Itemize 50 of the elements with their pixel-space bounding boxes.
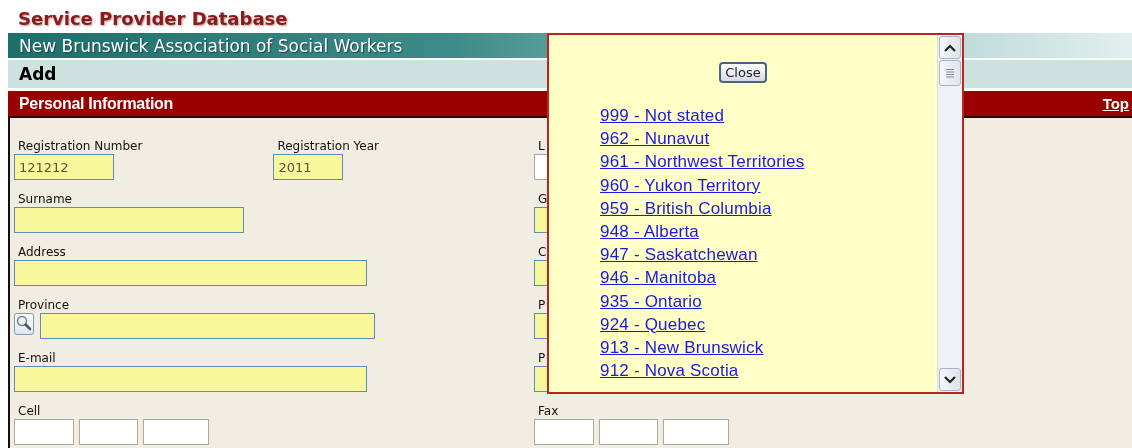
scroll-thumb[interactable] <box>939 60 961 86</box>
field-label: Province <box>17 298 70 312</box>
search-icon <box>15 314 33 332</box>
province-link[interactable]: 946 - Manitoba <box>600 268 717 288</box>
phone-field[interactable] <box>663 419 729 445</box>
province-link[interactable]: 912 - Nova Scotia <box>600 361 739 381</box>
field-label: Registration Year <box>276 139 379 153</box>
text-field[interactable] <box>14 260 367 286</box>
field-label: Registration Number <box>17 139 143 153</box>
text-field[interactable] <box>14 366 367 392</box>
field-label: E-mail <box>17 351 56 365</box>
phone-field[interactable] <box>143 419 209 445</box>
scroll-down-button[interactable] <box>939 368 961 391</box>
phone-field[interactable] <box>534 419 594 445</box>
scrollbar[interactable] <box>937 35 962 392</box>
chevron-down-icon <box>944 375 956 384</box>
field-label: P <box>537 298 546 312</box>
top-link[interactable]: Top <box>1102 95 1129 112</box>
province-link[interactable]: 948 - Alberta <box>600 221 699 241</box>
field-label: C <box>537 245 547 259</box>
text-field[interactable]: 2011 <box>273 154 344 180</box>
field-label: Cell <box>17 404 41 418</box>
phone-field[interactable] <box>14 419 74 445</box>
chevron-up-icon <box>944 43 956 52</box>
province-link[interactable]: 999 - Not stated <box>600 106 725 125</box>
province-link[interactable]: 961 - Northwest Territories <box>600 152 805 172</box>
phone-field[interactable] <box>79 419 138 445</box>
province-link[interactable]: 924 - Quebec <box>600 314 706 334</box>
search-button[interactable] <box>14 313 34 335</box>
text-field[interactable]: 121212 <box>14 154 114 180</box>
section-title: Personal Information <box>19 94 174 113</box>
province-link[interactable]: 959 - British Columbia <box>600 198 772 218</box>
province-link[interactable]: 947 - Saskatchewan <box>600 245 758 265</box>
field-label: L <box>537 139 545 153</box>
province-link[interactable]: 935 - Ontario <box>600 291 702 311</box>
scroll-up-button[interactable] <box>939 36 961 59</box>
field-label: P <box>537 351 546 365</box>
province-link[interactable]: 962 - Nunavut <box>600 129 710 149</box>
field-label: Surname <box>17 192 72 206</box>
grip-icon <box>945 68 955 78</box>
province-link[interactable]: 913 - New Brunswick <box>600 337 764 357</box>
text-field[interactable] <box>40 313 375 339</box>
phone-field[interactable] <box>599 419 658 445</box>
close-button[interactable]: Close <box>719 62 767 83</box>
app-title: Service Provider Database <box>18 7 289 31</box>
text-field[interactable] <box>14 207 244 233</box>
field-label: G <box>537 192 548 206</box>
field-label: Address <box>17 245 66 259</box>
province-link[interactable]: 960 - Yukon Territory <box>600 175 761 195</box>
field-label: Fax <box>537 404 559 418</box>
